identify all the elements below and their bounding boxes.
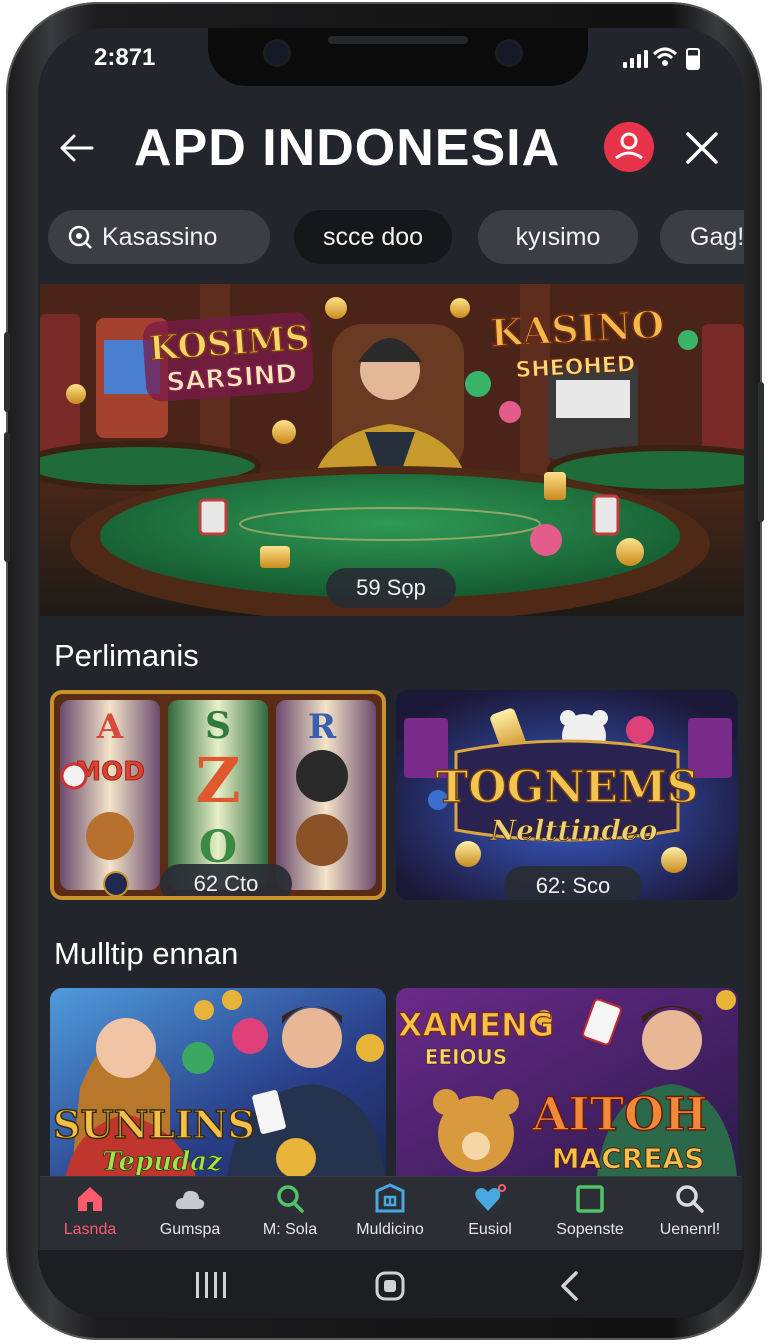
speaker — [328, 36, 468, 44]
card-badge: 62: Sco — [504, 866, 642, 900]
card-art-subtitle: EEIOUS — [425, 1045, 507, 1069]
camera-icon — [266, 42, 288, 64]
phone-frame: 2:871 APD INDONESIA Kasassino scce doo k… — [4, 2, 764, 1340]
nav-item-gumspa[interactable]: Gumspa — [140, 1183, 240, 1239]
location-search-icon — [68, 225, 92, 249]
game-card-tognems[interactable]: TOGNEMS Nelttindeo 62: Sco — [396, 690, 738, 900]
recent-apps-icon[interactable] — [194, 1270, 228, 1300]
nav-label: Uenenrl! — [659, 1221, 721, 1238]
hero-badge-label: 59 Sọp — [356, 575, 426, 600]
chip-label: Kasassino — [102, 222, 218, 251]
cloud-icon — [175, 1190, 205, 1209]
wifi-icon — [652, 47, 678, 66]
volume-button — [4, 432, 10, 562]
xameng-illustration: XAMENG EEIOUS AITOH MACREAS — [396, 988, 738, 1188]
status-time: 2:871 — [94, 44, 156, 71]
search-icon — [277, 1185, 304, 1213]
card-badge-label: 62 Cto — [193, 871, 259, 896]
card-art-title-2: AITOH — [532, 1087, 708, 1141]
card-art-title: XAMENG — [398, 1006, 554, 1044]
card-art-subtitle-2: MACREAS — [552, 1142, 705, 1175]
hero-sign-right-top: KASINO — [489, 301, 665, 355]
page-title: APD INDONESIA — [134, 119, 561, 177]
chip-label: scce doo — [322, 222, 424, 251]
volume-button — [4, 332, 10, 412]
game-card-xameng[interactable]: XAMENG EEIOUS AITOH MACREAS — [396, 988, 738, 1188]
casino-table-illustration: KOSIMS SARSIND KASINO SHEOHED — [40, 284, 744, 616]
nav-item-eusiol[interactable]: Eusiol — [440, 1183, 540, 1239]
battery-icon — [686, 48, 700, 70]
nav-label: Muldicino — [356, 1221, 424, 1238]
sunlins-illustration: SUNLINS Tepudaz — [50, 988, 386, 1188]
chip-kasassino[interactable]: Kasassino — [48, 210, 270, 264]
card-badge: 62 Cto — [160, 864, 292, 896]
card-art-subtitle: Tepudaz — [102, 1147, 223, 1177]
screen: 2:871 APD INDONESIA Kasassino scce doo k… — [38, 28, 744, 1318]
card-badge-label: 62: Sco — [535, 873, 611, 898]
nav-label: Sopenste — [556, 1221, 624, 1238]
nav-label: Gumspa — [159, 1221, 221, 1238]
camera-icon — [498, 42, 520, 64]
reel-symbol: R — [308, 707, 337, 747]
card-art-subtitle: Nelttindeo — [490, 814, 658, 847]
hero-badge: 59 Sọp — [326, 568, 456, 608]
hero-banner[interactable]: KOSIMS SARSIND KASINO SHEOHED 59 Sọp — [40, 284, 744, 616]
chip-kyisimo[interactable]: kyısimo — [478, 210, 638, 264]
section-title-mulltip-ennan: Mulltip ennan — [54, 936, 239, 971]
system-navigation-bar — [38, 1250, 744, 1318]
nav-label: Lasnda — [63, 1221, 117, 1238]
search-icon — [676, 1185, 704, 1213]
square-icon — [576, 1185, 604, 1213]
reel-symbol: A — [96, 707, 124, 747]
bottom-navigation: Lasnda Gumspa M: Sola Muldicino Eusiol S… — [40, 1176, 742, 1250]
category-chips: Kasassino scce doo kyısimo Gag! — [48, 210, 744, 266]
back-arrow-icon[interactable] — [56, 128, 96, 168]
power-button — [758, 382, 764, 522]
home-icon — [78, 1187, 102, 1211]
reel-symbol: S — [205, 705, 231, 747]
chip-gag[interactable]: Gag! — [660, 210, 744, 264]
close-icon[interactable] — [684, 130, 720, 166]
nav-label: Eusiol — [468, 1221, 512, 1238]
game-card-slot-reels[interactable]: A MOD S Z O R 62 Cto — [50, 690, 386, 900]
profile-avatar-icon[interactable] — [604, 122, 654, 172]
nav-item-uenenrl[interactable]: Uenenrl! — [640, 1183, 740, 1239]
notch — [208, 28, 588, 86]
nav-label: M: Sola — [262, 1221, 318, 1238]
chip-label: Gag! — [690, 222, 744, 251]
card-art-title: SUNLINS — [53, 1102, 255, 1147]
nav-item-sopenste[interactable]: Sopenste — [540, 1183, 640, 1239]
card-art-title: TOGNEMS — [436, 762, 699, 813]
back-button-icon[interactable] — [558, 1270, 582, 1302]
shield-icon — [375, 1183, 405, 1213]
game-card-sunlins[interactable]: SUNLINS Tepudaz — [50, 988, 386, 1188]
app-header: APD INDONESIA — [38, 104, 744, 214]
section-title-perlimanis: Perlimanis — [54, 638, 199, 673]
nav-item-muldicino[interactable]: Muldicino — [340, 1183, 440, 1239]
signal-icon — [623, 50, 648, 68]
chip-scce-doo[interactable]: scce doo — [294, 210, 452, 264]
nav-item-m-sola[interactable]: M: Sola — [240, 1183, 340, 1239]
nav-item-lasnda[interactable]: Lasnda — [40, 1183, 140, 1239]
heart-icon — [475, 1184, 506, 1211]
reel-symbol: Z — [195, 744, 240, 817]
chip-label: kyısimo — [515, 222, 601, 251]
home-button-icon[interactable] — [374, 1270, 406, 1302]
